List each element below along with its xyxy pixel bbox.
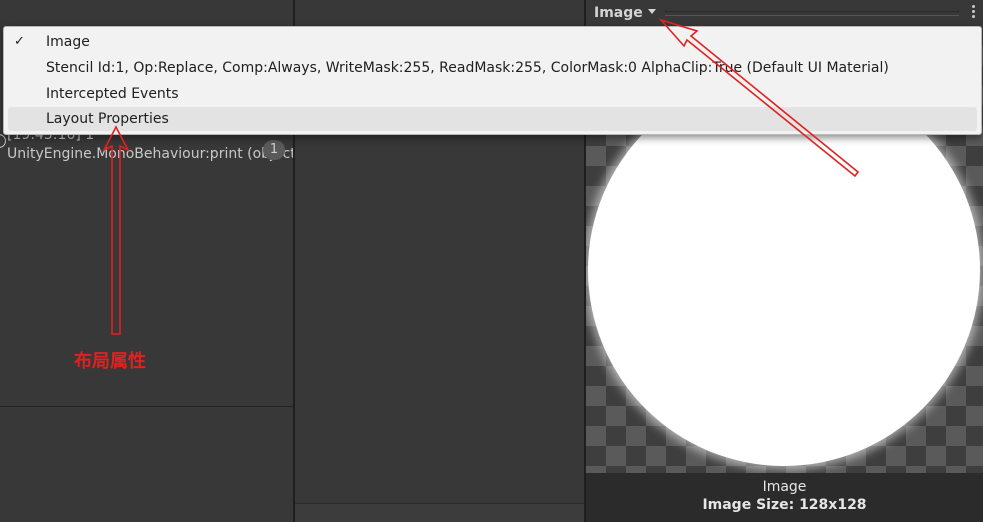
preview-image-size: Image Size: 128x128 (702, 497, 867, 513)
annotation-label: 布局属性 (74, 351, 146, 372)
preview-header: Image (586, 0, 983, 26)
menu-item-label: Stencil Id:1, Op:Replace, Comp:Always, W… (46, 60, 889, 76)
panel-divider (0, 406, 293, 407)
menu-item-label: Layout Properties (46, 111, 169, 127)
checkmark-icon: ✓ (14, 34, 25, 49)
menu-item-intercepted-events[interactable]: Intercepted Events (8, 82, 977, 106)
preview-dropdown[interactable]: Image (594, 3, 656, 23)
preview-header-separator (665, 11, 959, 16)
preview-dropdown-menu: ✓ Image Stencil Id:1, Op:Replace, Comp:A… (3, 26, 982, 135)
menu-item-label: Image (46, 34, 90, 50)
info-icon (0, 134, 6, 148)
log-detail-text: UnityEngine.MonoBehaviour:print (object) (7, 146, 293, 162)
preview-footer: Image Image Size: 128x128 (586, 473, 983, 522)
menu-item-layout-properties[interactable]: Layout Properties (8, 107, 977, 131)
more-options-icon[interactable] (967, 5, 979, 23)
preview-image-name: Image (762, 479, 807, 495)
log-count-badge: 1 (263, 140, 285, 160)
menu-item-stencil[interactable]: Stencil Id:1, Op:Replace, Comp:Always, W… (8, 56, 977, 80)
middle-panel-bottom-bar (295, 503, 584, 522)
menu-item-label: Intercepted Events (46, 86, 179, 102)
menu-item-image[interactable]: ✓ Image (8, 30, 977, 54)
chevron-down-icon (647, 9, 656, 14)
preview-dropdown-label: Image (594, 5, 643, 21)
